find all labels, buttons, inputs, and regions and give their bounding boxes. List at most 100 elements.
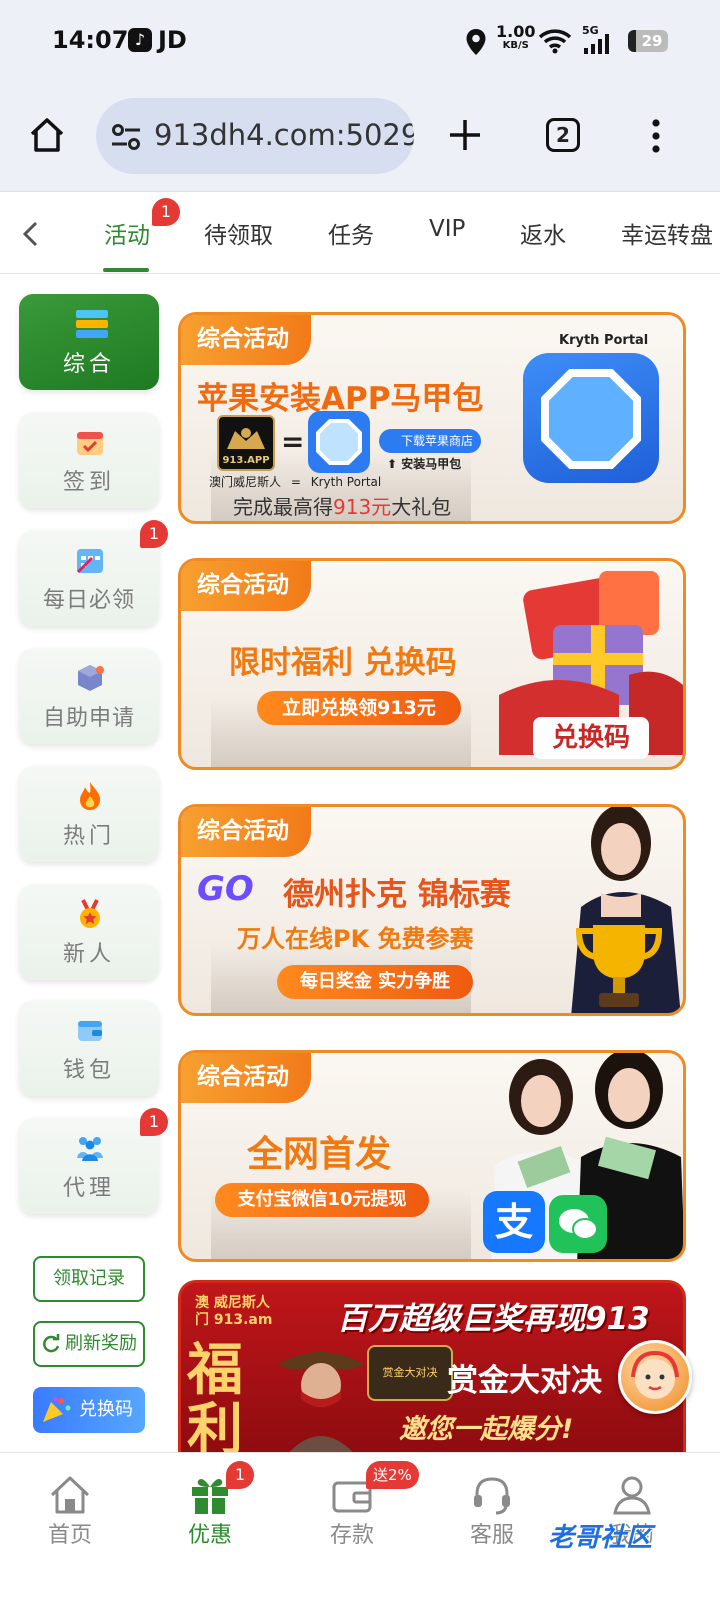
sidebar-item-label: 钱包 — [62, 1058, 115, 1083]
nav-support[interactable]: 客服 — [432, 1453, 552, 1563]
brand-logo: 澳 威尼斯人 门 913.am — [195, 1295, 273, 1328]
banner-title: 全网首发 — [247, 1134, 392, 1175]
go-logo: GO — [197, 869, 254, 909]
daily-calendar-icon — [74, 544, 106, 576]
agents-icon — [74, 1132, 106, 1164]
url-bar[interactable]: 913dh4.com:5029 — [96, 98, 414, 174]
sidebar-item-checkin[interactable]: 签到 — [19, 412, 159, 508]
tab-pending[interactable]: 待领取 — [204, 216, 273, 250]
net-speed-value: 1.00 — [496, 22, 536, 41]
active-tab-indicator — [103, 268, 149, 272]
status-bar: 14:07 ♪ JD 1.00 KB/S 5G 29 — [0, 0, 720, 84]
tab-tasks[interactable]: 任务 — [328, 216, 374, 250]
fire-icon — [74, 780, 106, 812]
net-speed: 1.00 KB/S — [496, 24, 535, 52]
install-note: ⬆ 安装马甲包 — [387, 457, 462, 471]
redeem-code-button[interactable]: 兑换码 — [33, 1387, 145, 1433]
sidebar-item-label: 热门 — [62, 824, 115, 849]
calendar-icon — [74, 426, 106, 458]
location-icon — [466, 29, 486, 55]
claim-record-button[interactable]: 领取记录 — [33, 1256, 145, 1302]
status-time: 14:07 — [52, 26, 129, 54]
daily-bonus-button[interactable]: 每日奖金 实力争胜 — [277, 965, 473, 999]
sidebar-item-agent[interactable]: 代理 — [19, 1118, 159, 1214]
confetti-icon — [43, 1397, 71, 1422]
headset-icon — [474, 1477, 510, 1515]
layers-icon — [74, 308, 108, 340]
portal-big-icon — [523, 353, 659, 483]
tab-rebate[interactable]: 返水 — [520, 216, 566, 250]
url-text: 913dh4.com:5029 — [154, 118, 414, 152]
nav-home[interactable]: 首页 — [10, 1453, 130, 1563]
bottom-nav: 首页 优惠 1 存款 送2% 客服 我的 老哥社区 — [0, 1452, 720, 1604]
equals-sign: = — [281, 425, 305, 458]
new-tab-icon[interactable] — [448, 118, 482, 152]
promo-banner-jackpot[interactable]: 澳 威尼斯人 门 913.am 百万超级巨奖再现913 福 利 赏金大对决 赏金… — [178, 1280, 686, 1456]
promo-banner-app[interactable]: 综合活动 苹果安装APP马甲包 913.APP = 澳门威尼斯人 = Kryth… — [178, 312, 686, 524]
sidebar-item-daily[interactable]: 每日必领 — [19, 530, 159, 626]
nav-label: 存款 — [329, 1523, 374, 1548]
tab-activities[interactable]: 活动 — [104, 216, 150, 250]
redeem-code-tag: 兑换码 — [533, 717, 649, 759]
refresh-rewards-button[interactable]: 刷新奖励 — [33, 1321, 145, 1367]
watermark-text: 老哥社区 — [548, 1523, 653, 1553]
sidebar-item-hot[interactable]: 热门 — [19, 766, 159, 862]
trophy-icon — [569, 917, 669, 1013]
tab-switcher-button[interactable]: 2 — [546, 118, 580, 152]
sidebar-item-self-apply[interactable]: 自助申请 — [19, 648, 159, 744]
nav-label: 首页 — [47, 1523, 92, 1548]
nav-label: 客服 — [469, 1523, 514, 1548]
medal-icon — [74, 898, 106, 930]
promo-banner-redeem[interactable]: 综合活动 限时福利 兑换码 立即兑换领913元 兑换码 — [178, 558, 686, 770]
sidebar-item-wallet[interactable]: 钱包 — [19, 1000, 159, 1096]
banner-subtitle: 万人在线PK 免费参赛 — [237, 925, 474, 953]
sidebar-item-newbie[interactable]: 新人 — [19, 884, 159, 980]
promo-banner-first-launch[interactable]: 综合活动 全网首发 支付宝微信10元提现 支 — [178, 1050, 686, 1262]
cube-icon — [74, 662, 106, 694]
wechat-icon — [549, 1195, 607, 1253]
status-carrier: JD — [158, 26, 187, 54]
portal-app-icon — [308, 411, 370, 473]
tab-vip[interactable]: VIP — [429, 216, 465, 242]
tab-lucky-wheel[interactable]: 幸运转盘 — [621, 216, 713, 250]
support-avatar-icon[interactable] — [618, 1340, 692, 1414]
sidebar-item-label: 签到 — [62, 470, 115, 495]
withdraw-button[interactable]: 支付宝微信10元提现 — [215, 1183, 429, 1217]
home-icon[interactable] — [28, 116, 66, 154]
user-icon — [613, 1476, 651, 1515]
sidebar-item-label: 代理 — [62, 1176, 115, 1201]
promo-banner-poker[interactable]: 综合活动 GO 德州扑克 锦标赛 万人在线PK 免费参赛 每日奖金 实力争胜 — [178, 804, 686, 1016]
bounty-badge: 赏金大对决 — [367, 1345, 453, 1401]
browser-toolbar: 913dh4.com:5029 2 — [0, 84, 720, 192]
nav-promotions-badge: 1 — [226, 1461, 254, 1489]
battery-icon: 29 — [628, 30, 668, 52]
nav-deposit-badge: 送2% — [366, 1461, 419, 1489]
refresh-icon — [43, 1334, 60, 1353]
alipay-icon: 支 — [483, 1191, 545, 1253]
sidebar-item-label: 每日必领 — [42, 588, 135, 613]
redeem-code-label: 兑换码 — [79, 1399, 133, 1420]
refresh-rewards-label: 刷新奖励 — [65, 1333, 137, 1354]
cell-signal-icon — [584, 34, 609, 54]
tab-activities-badge: 1 — [152, 198, 180, 226]
more-menu-icon[interactable] — [650, 118, 662, 154]
back-chevron-icon[interactable] — [20, 220, 40, 248]
sidebar-item-general[interactable]: 综合 — [19, 294, 159, 390]
sidebar-item-label: 综合 — [62, 352, 115, 377]
nav-label: 优惠 — [187, 1523, 232, 1548]
banner-tag: 综合活动 — [181, 315, 311, 365]
sidebar-item-label: 自助申请 — [42, 706, 135, 731]
banner-footer: 完成最高得913元大礼包 — [233, 495, 452, 519]
banner-tag: 综合活动 — [181, 1053, 311, 1103]
net-speed-unit: KB/S — [502, 40, 529, 51]
redeem-now-button[interactable]: 立即兑换领913元 — [257, 691, 461, 725]
banner-tag: 综合活动 — [181, 807, 311, 857]
bounty-title: 赏金大对决 — [447, 1363, 602, 1399]
app-store-button[interactable]: 下载苹果商店 — [379, 429, 482, 453]
fuli-vertical-text: 福 利 — [187, 1338, 243, 1456]
tiktok-icon: ♪ — [128, 28, 152, 52]
jackpot-headline: 百万超级巨奖再现913 — [337, 1301, 650, 1337]
site-settings-icon[interactable] — [110, 122, 142, 152]
app-logo-caption: 913.APP — [222, 455, 270, 466]
category-tabs: 活动 1 待领取 任务 VIP 返水 幸运转盘 — [0, 192, 720, 274]
